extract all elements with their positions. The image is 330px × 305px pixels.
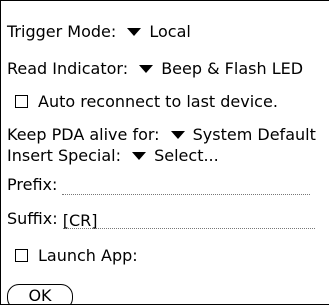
insert-special-select[interactable]: Select...: [126, 146, 219, 165]
auto-reconnect-checkbox[interactable]: Auto reconnect to last device.: [15, 92, 278, 112]
trigger-mode-select[interactable]: Local: [121, 22, 191, 41]
read-indicator-value: Beep & Flash LED: [161, 59, 304, 78]
dropdown-triangle-icon: [132, 151, 147, 160]
suffix-value: [CR]: [62, 211, 98, 230]
checkbox-icon[interactable]: [15, 248, 28, 262]
prefix-row: Prefix:: [7, 175, 311, 195]
insert-special-label: Insert Special:: [7, 146, 122, 165]
settings-form: Trigger Mode: Local Read Indicator: Beep…: [0, 0, 329, 305]
prefix-label: Prefix:: [7, 175, 58, 194]
suffix-row: Suffix: [CR]: [7, 209, 315, 230]
read-indicator-label: Read Indicator:: [7, 59, 129, 78]
launch-app-label: Launch App:: [38, 246, 138, 265]
keep-alive-value: System Default: [192, 125, 316, 144]
launch-app-checkbox[interactable]: Launch App:: [15, 246, 138, 266]
trigger-mode-label: Trigger Mode:: [7, 22, 117, 41]
trigger-mode-value: Local: [149, 22, 191, 41]
prefix-input[interactable]: [62, 177, 311, 195]
trigger-mode-row: Trigger Mode: Local: [7, 22, 191, 42]
ok-button[interactable]: OK: [7, 284, 73, 304]
insert-special-row: Insert Special: Select...: [7, 146, 219, 166]
dropdown-triangle-icon: [127, 27, 142, 36]
dropdown-triangle-icon: [139, 64, 154, 73]
keep-alive-row: Keep PDA alive for: System Default: [7, 125, 316, 145]
dropdown-triangle-icon: [170, 130, 185, 139]
read-indicator-select[interactable]: Beep & Flash LED: [133, 59, 303, 78]
suffix-input[interactable]: [CR]: [62, 211, 315, 230]
insert-special-value: Select...: [154, 146, 219, 165]
keep-alive-select[interactable]: System Default: [165, 125, 316, 144]
keep-alive-label: Keep PDA alive for:: [7, 125, 160, 144]
auto-reconnect-label: Auto reconnect to last device.: [38, 92, 278, 111]
checkbox-icon[interactable]: [15, 94, 28, 108]
suffix-label: Suffix:: [7, 209, 58, 228]
read-indicator-row: Read Indicator: Beep & Flash LED: [7, 59, 303, 79]
